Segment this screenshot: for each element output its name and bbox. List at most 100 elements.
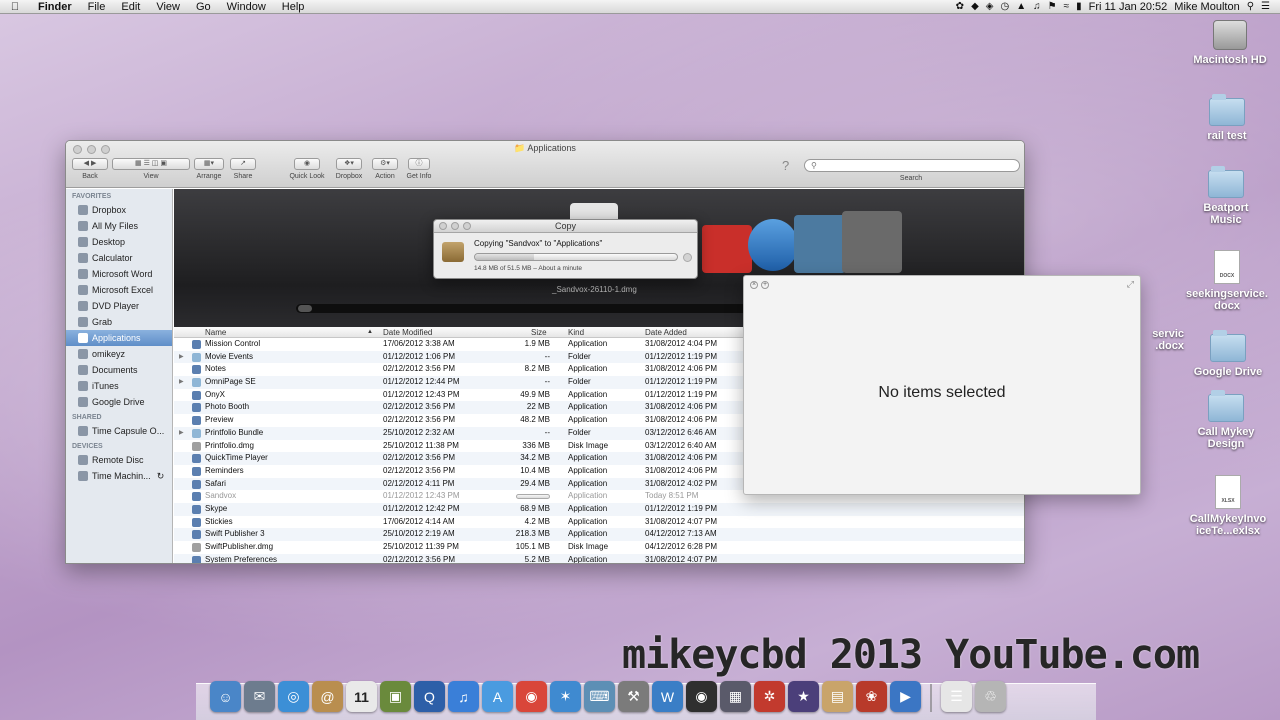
documents-stack-icon[interactable]: ☰	[941, 681, 972, 712]
disclosure-triangle-icon[interactable]: ▶	[179, 376, 184, 389]
sidebar-item-microsoft-word[interactable]: Microsoft Word	[66, 266, 172, 282]
dropbox-control[interactable]: ❖▾ Dropbox	[331, 158, 367, 180]
eject-icon[interactable]: ↻	[157, 471, 165, 482]
add-icon[interactable]: +	[761, 281, 769, 289]
wizard-icon[interactable]: ★	[788, 681, 819, 712]
sandvox-icon[interactable]: W	[652, 681, 683, 712]
expand-icon[interactable]: ⤢	[1127, 279, 1134, 290]
menu-file[interactable]: File	[80, 0, 114, 14]
table-row[interactable]: Skype 01/12/2012 12:42 PM 68.9 MB Applicati…	[174, 502, 1024, 516]
arrange-control[interactable]: ▦▾ Arrange	[194, 158, 224, 180]
sidebar-item-google-drive[interactable]: Google Drive	[66, 394, 172, 410]
share-button[interactable]: ↗	[230, 158, 256, 170]
sidebar-item-calculator[interactable]: Calculator	[66, 250, 172, 266]
desktop-icon-beatport-music[interactable]: Beatport Music	[1181, 166, 1271, 226]
status-icon[interactable]: ✿	[956, 0, 964, 14]
table-row[interactable]: System Preferences 02/12/2012 3:56 PM 5.2 …	[174, 553, 1024, 563]
table-row[interactable]: Swift Publisher 3 25/10/2012 2:19 AM 218.3…	[174, 528, 1024, 541]
arrange-button[interactable]: ▦▾	[194, 158, 224, 170]
iphoto-icon[interactable]: ▣	[380, 681, 411, 712]
disclosure-triangle-icon[interactable]: ▶	[179, 351, 184, 364]
dropbox-status-icon[interactable]: ◆	[971, 0, 979, 14]
search-input[interactable]: ⚲	[804, 159, 1020, 172]
menu-go[interactable]: Go	[188, 0, 219, 14]
clock[interactable]: Fri 11 Jan 20:52	[1089, 0, 1168, 14]
zoom-button[interactable]	[463, 222, 471, 230]
sidebar-item-dvd-player[interactable]: DVD Player	[66, 298, 172, 314]
desktop-icon-seekingservice[interactable]: DOCX seekingservice.docx	[1185, 250, 1269, 312]
cover-flow-item-app[interactable]	[702, 225, 752, 273]
back-forward-control[interactable]: ◀ ▶ Back	[72, 158, 108, 180]
column-header-name[interactable]: Name	[205, 328, 226, 337]
address-book-icon[interactable]: @	[312, 681, 343, 712]
preview-icon[interactable]: ▤	[822, 681, 853, 712]
desktop-icon-google-drive[interactable]: Google Drive	[1183, 330, 1273, 378]
table-row[interactable]: Stickies 17/06/2012 4:14 AM 4.2 MB Applicat…	[174, 516, 1024, 529]
apple-menu-icon[interactable]: 	[0, 1, 30, 13]
back-forward-buttons[interactable]: ◀ ▶	[72, 158, 108, 170]
notification-center-icon[interactable]: ☰	[1261, 0, 1270, 14]
menu-finder[interactable]: Finder	[30, 0, 80, 14]
quicktime-icon[interactable]: Q	[414, 681, 445, 712]
action-control[interactable]: ⚙▾ Action	[370, 158, 400, 180]
keyboard-icon[interactable]: ⌨	[584, 681, 615, 712]
sidebar-item-time-machine[interactable]: Time Machin... ↻	[66, 468, 172, 484]
sidebar-item-all-my-files[interactable]: All My Files	[66, 218, 172, 234]
help-icon[interactable]: ?	[782, 158, 789, 173]
quicktime-player-icon[interactable]: ▶	[890, 681, 921, 712]
desktop-icon-rail-test[interactable]: rail test	[1182, 94, 1272, 142]
mail-icon[interactable]: ✉	[244, 681, 275, 712]
ladybug-icon[interactable]: ❀	[856, 681, 887, 712]
calendar-icon[interactable]: 11	[346, 681, 377, 712]
quick-look-control[interactable]: ◉ Quick Look	[286, 158, 328, 180]
column-header-kind[interactable]: Kind	[568, 328, 584, 337]
compass-icon[interactable]: ✲	[754, 681, 785, 712]
sidebar-item-grab[interactable]: Grab	[66, 314, 172, 330]
sidebar-item-omikeyz[interactable]: omikeyz	[66, 346, 172, 362]
safari-icon[interactable]	[748, 219, 798, 271]
menu-view[interactable]: View	[148, 0, 188, 14]
sync-icon[interactable]: ◈	[986, 0, 994, 14]
disclosure-triangle-icon[interactable]: ▶	[179, 427, 184, 440]
copy-dialog-title-bar[interactable]: Copy	[434, 220, 697, 233]
bluetooth-icon[interactable]: ▲	[1016, 0, 1026, 14]
menu-help[interactable]: Help	[274, 0, 313, 14]
stop-copy-button[interactable]	[683, 253, 692, 262]
column-header-date-modified[interactable]: Date Modified	[383, 328, 432, 337]
dropbox-button[interactable]: ❖▾	[336, 158, 362, 170]
desktop-icon-macintosh-hd[interactable]: Macintosh HD	[1185, 20, 1275, 66]
quick-look-button[interactable]: ◉	[294, 158, 320, 170]
user-name[interactable]: Mike Moulton	[1174, 0, 1239, 14]
flag-icon[interactable]: ⚑	[1048, 0, 1057, 14]
minimize-button[interactable]	[451, 222, 459, 230]
volume-icon[interactable]: ♫	[1033, 0, 1041, 14]
cover-flow-item-app[interactable]	[794, 215, 846, 273]
cover-flow-scroll-thumb[interactable]	[298, 305, 312, 312]
menu-edit[interactable]: Edit	[113, 0, 148, 14]
spotlight-icon[interactable]: ⚲	[1247, 0, 1254, 14]
itunes-icon[interactable]: ♫	[448, 681, 479, 712]
get-info-control[interactable]: ⓘ Get Info	[403, 158, 435, 180]
time-machine-icon[interactable]: ◷	[1000, 0, 1009, 14]
share-control[interactable]: ↗ Share	[230, 158, 256, 180]
battery-icon[interactable]: ▮	[1076, 0, 1082, 14]
sidebar-item-dropbox[interactable]: Dropbox	[66, 202, 172, 218]
final-cut-icon[interactable]: ▦	[720, 681, 751, 712]
close-button[interactable]	[439, 222, 447, 230]
sidebar-item-time-capsule[interactable]: Time Capsule O...	[66, 423, 172, 439]
sidebar-item-desktop[interactable]: Desktop	[66, 234, 172, 250]
table-row[interactable]: SwiftPublisher.dmg 25/10/2012 11:39 PM 105…	[174, 541, 1024, 554]
cover-flow-item-app[interactable]	[842, 211, 902, 273]
wifi-icon[interactable]: ≈	[1064, 0, 1070, 14]
trash-icon[interactable]: ♲	[975, 681, 1006, 712]
sidebar-item-applications[interactable]: Applications	[66, 330, 172, 346]
desktop-icon-callmykey-invoice[interactable]: XLSX CallMykeyInvoiceTe...exlsx	[1189, 475, 1267, 537]
view-buttons[interactable]: ▦ ☰ ◫ ▣	[112, 158, 190, 170]
dvd-player-icon[interactable]: ◉	[686, 681, 717, 712]
action-button[interactable]: ⚙▾	[372, 158, 398, 170]
sidebar-item-documents[interactable]: Documents	[66, 362, 172, 378]
sidebar-item-remote-disc[interactable]: Remote Disc	[66, 452, 172, 468]
safari-icon[interactable]: ◎	[278, 681, 309, 712]
title-bar[interactable]: 📁 Applications ◀ ▶ Back ▦ ☰ ◫ ▣ View ▦▾ …	[66, 141, 1024, 188]
onyx-icon[interactable]: ⚒	[618, 681, 649, 712]
